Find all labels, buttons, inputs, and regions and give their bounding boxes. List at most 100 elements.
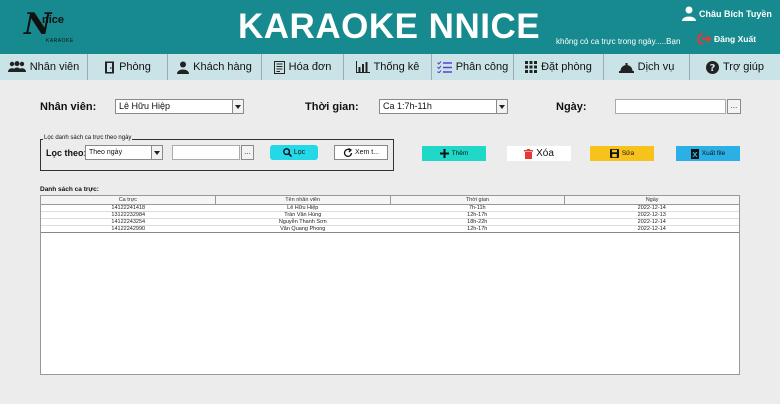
table-row[interactable]: 14122241418 Lê Hữu Hiệp 7h-11h 2022-12-1… xyxy=(41,205,739,212)
user-icon xyxy=(682,6,696,21)
invoice-icon xyxy=(273,60,285,74)
search-icon xyxy=(282,148,292,157)
app-logo: N nice KARAOKE xyxy=(24,8,74,46)
view-all-button[interactable]: Xem t... xyxy=(334,145,388,160)
nav-statistics[interactable]: Thống kê xyxy=(344,54,432,80)
time-select-value: Ca 1:7h-11h xyxy=(383,101,432,111)
employee-label: Nhân viên: xyxy=(40,101,97,113)
table-cell: 14122241418 xyxy=(111,205,146,211)
nav-label: Hóa đơn xyxy=(288,61,332,73)
plus-icon xyxy=(439,149,449,158)
table-row[interactable]: 14122242990 Văn Quang Phong 12h-17h 2022… xyxy=(41,226,739,233)
delete-button[interactable]: Xóa xyxy=(507,146,571,161)
table-cell: 12h-17h xyxy=(467,212,488,218)
filter-button-label: Lọc xyxy=(293,149,306,156)
nav-label: Trợ giúp xyxy=(722,61,765,73)
table-cell: 14122242990 xyxy=(111,226,146,232)
column-header[interactable]: Thời gian xyxy=(391,196,566,204)
add-button[interactable]: Thêm xyxy=(422,146,486,161)
filter-select-value: Theo ngày xyxy=(89,149,123,156)
excel-file-icon: X xyxy=(690,148,699,159)
table-cell: 2022-12-14 xyxy=(637,226,666,232)
table-cell: 7h-11h xyxy=(468,205,486,211)
shift-table[interactable]: Ca trực Tên nhân viên Thời gian Ngày 141… xyxy=(40,195,740,375)
logout-button[interactable]: Đăng Xuất xyxy=(697,33,756,45)
door-icon xyxy=(105,61,115,73)
table-cell: Văn Quang Phong xyxy=(280,226,326,232)
time-label: Thời gian: xyxy=(305,101,359,113)
user-name: Châu Bích Tuyền xyxy=(699,8,772,19)
logout-icon xyxy=(697,33,711,45)
table-cell: 2022-12-13 xyxy=(637,212,666,218)
date-label: Ngày: xyxy=(556,101,587,113)
help-icon: ? xyxy=(705,60,719,74)
table-cell: Lê Hữu Hiệp xyxy=(287,205,319,211)
table-cell: 2022-12-14 xyxy=(637,219,666,225)
filter-date-input[interactable] xyxy=(172,145,240,160)
column-header[interactable]: Tên nhân viên xyxy=(216,196,391,204)
service-bell-icon xyxy=(618,62,634,73)
employee-select-value: Lê Hữu Hiệp xyxy=(119,101,171,111)
date-input[interactable] xyxy=(615,99,726,114)
export-button-label: Xuất file xyxy=(701,150,726,157)
svg-text:X: X xyxy=(692,151,698,159)
table-cell: 13122232984 xyxy=(111,212,146,218)
time-select[interactable]: Ca 1:7h-11h xyxy=(379,99,508,114)
table-cell: 2022-12-14 xyxy=(637,205,666,211)
shift-message: không có ca trực trong ngày.....Bạn xyxy=(556,37,681,46)
table-header: Ca trực Tên nhân viên Thời gian Ngày xyxy=(41,196,739,205)
table-cell: Trần Văn Hùng xyxy=(284,212,322,218)
view-all-button-label: Xem t... xyxy=(354,149,380,156)
export-button[interactable]: X Xuất file xyxy=(676,146,740,161)
nav-label: Dịch vụ xyxy=(637,61,675,73)
customer-icon xyxy=(177,61,190,74)
table-row[interactable]: 13122232984 Trần Văn Hùng 12h-17h 2022-1… xyxy=(41,212,739,219)
date-picker-button[interactable]: ... xyxy=(727,99,741,114)
trash-icon xyxy=(524,148,534,159)
chevron-down-icon[interactable] xyxy=(496,100,507,113)
filter-label: Lọc theo: xyxy=(46,148,87,158)
chevron-down-icon[interactable] xyxy=(232,100,243,113)
employee-select[interactable]: Lê Hữu Hiệp xyxy=(115,99,244,114)
assign-list-icon xyxy=(436,61,452,73)
app-header: N nice KARAOKE KARAOKE NNICE Châu Bích T… xyxy=(0,0,780,54)
users-icon xyxy=(7,61,26,72)
nav-label: Thống kê xyxy=(373,61,420,73)
nav-label: Đặt phòng xyxy=(541,61,592,73)
shift-list-label: Danh sách ca trực: xyxy=(40,186,99,193)
filter-select[interactable]: Theo ngày xyxy=(85,145,163,160)
app-title: KARAOKE NNICE xyxy=(238,7,541,46)
chevron-down-icon[interactable] xyxy=(151,146,162,159)
logo-tag: KARAOKE xyxy=(46,38,74,44)
filter-group-title: Lọc danh sách ca trực theo ngày xyxy=(43,135,133,141)
filter-button[interactable]: Lọc xyxy=(270,145,318,160)
add-button-label: Thêm xyxy=(451,150,469,157)
table-row[interactable]: 14122243254 Nguyễn Thanh Sơn 18h-22h 202… xyxy=(41,219,739,226)
nav-assignments[interactable]: Phân công xyxy=(432,54,514,80)
nav-label: Khách hàng xyxy=(193,61,252,73)
nav-rooms[interactable]: Phòng xyxy=(88,54,168,80)
table-cell: 14122243254 xyxy=(111,219,146,225)
table-cell: 18h-22h xyxy=(467,219,488,225)
filter-date-picker-button[interactable]: ... xyxy=(241,145,254,160)
logout-label: Đăng Xuất xyxy=(714,34,757,44)
grid-icon xyxy=(525,61,538,73)
svg-text:?: ? xyxy=(710,63,716,74)
nav-customers[interactable]: Khách hàng xyxy=(168,54,262,80)
nav-booking[interactable]: Đặt phòng xyxy=(514,54,604,80)
edit-button-label: Sửa xyxy=(621,150,635,157)
nav-services[interactable]: Dịch vụ xyxy=(604,54,690,80)
edit-button[interactable]: Sửa xyxy=(590,146,654,161)
chart-icon xyxy=(355,61,370,73)
main-nav: Nhân viên Phòng Khách hàng Hóa đơn Thống… xyxy=(0,54,780,80)
nav-invoices[interactable]: Hóa đơn xyxy=(262,54,344,80)
nav-help[interactable]: ? Trợ giúp xyxy=(690,54,780,80)
column-header[interactable]: Ca trực xyxy=(41,196,216,204)
column-header[interactable]: Ngày xyxy=(565,196,739,204)
nav-label: Phân công xyxy=(455,61,509,73)
delete-button-label: Xóa xyxy=(536,148,554,159)
refresh-icon xyxy=(343,147,353,157)
nav-employees[interactable]: Nhân viên xyxy=(0,54,88,80)
nav-label: Phòng xyxy=(119,61,151,73)
user-profile[interactable]: Châu Bích Tuyền xyxy=(682,6,772,21)
